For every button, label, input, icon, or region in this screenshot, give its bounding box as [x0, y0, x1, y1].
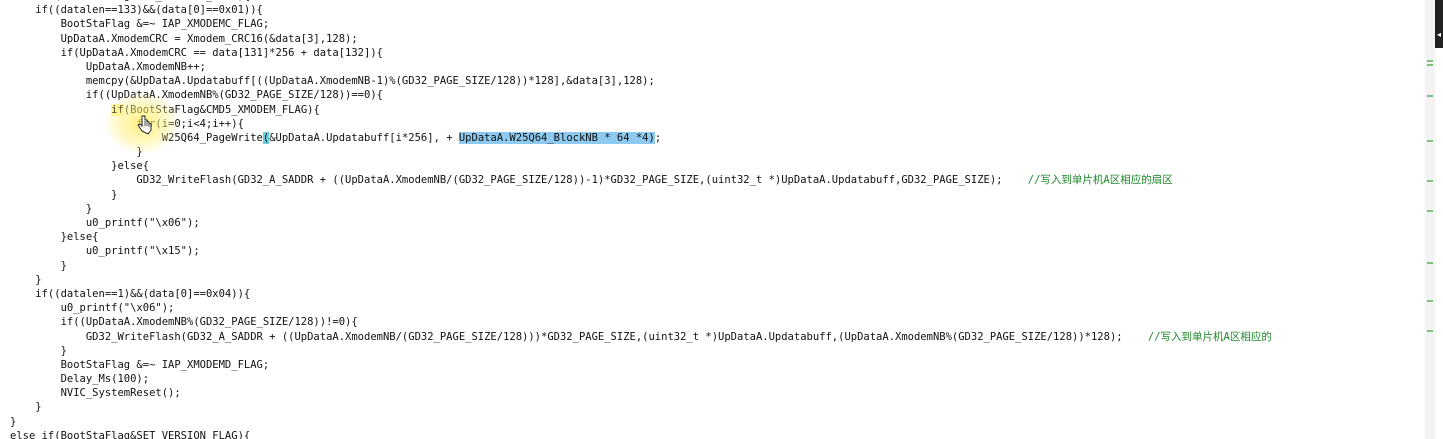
vertical-scrollbar[interactable]	[1425, 0, 1435, 439]
collapse-arrow-icon[interactable]: ◂	[1435, 30, 1443, 40]
code-line[interactable]: if((UpDataA.XmodemNB%(GD32_PAGE_SIZE/128…	[10, 315, 1272, 329]
code-token: NVIC_SystemReset();	[10, 387, 181, 400]
code-token: }else{	[10, 160, 150, 173]
code-token: BootStaFlag &=~ IAP_XMODEMC_FLAG;	[10, 18, 270, 31]
scrollbar-marker	[1427, 140, 1433, 142]
code-line[interactable]: NVIC_SystemReset();	[10, 386, 1272, 400]
code-line[interactable]: BootStaFlag &=~ IAP_XMODEMC_FLAG;	[10, 17, 1272, 31]
code-token: u0_printf("\x15");	[10, 245, 200, 258]
scrollbar-marker	[1427, 95, 1433, 97]
code-token: else if(BootStaFlag&IAP_XMODEMD_FLAG){	[10, 0, 250, 2]
code-line[interactable]: }	[10, 415, 1272, 429]
code-line[interactable]: for(i=0;i<4;i++){	[10, 117, 1272, 131]
scrollbar-marker	[1427, 262, 1433, 264]
code-line[interactable]: u0_printf("\x06");	[10, 301, 1272, 315]
code-line[interactable]: }	[10, 145, 1272, 159]
code-token: }	[10, 202, 93, 215]
code-token: u0_printf("\x06");	[10, 217, 200, 229]
code-token: if(UpDataA.XmodemCRC == data[131]*256 + …	[10, 46, 383, 59]
code-token: GD32_WriteFlash(GD32_A_SADDR + ((UpDataA…	[10, 330, 1148, 343]
code-token: }	[10, 415, 17, 428]
code-line[interactable]: }	[10, 259, 1272, 273]
code-line[interactable]: else if(BootStaFlag&SET_VERSION_FLAG){	[10, 429, 1272, 439]
code-token: BootStaFlag &=~ IAP_XMODEMD_FLAG;	[10, 358, 270, 371]
code-editor[interactable]: else if(BootStaFlag&IAP_XMODEMD_FLAG){ i…	[0, 0, 1443, 439]
code-token: }else{	[10, 231, 99, 244]
code-line[interactable]: memcpy(&UpDataA.Updatabuff[((UpDataA.Xmo…	[10, 74, 1272, 88]
code-line[interactable]: Delay_Ms(100);	[10, 372, 1272, 386]
hand-pointer-icon	[137, 115, 152, 135]
code-token: if((UpDataA.XmodemNB%(GD32_PAGE_SIZE/128…	[10, 89, 383, 102]
code-token: if	[111, 103, 124, 116]
code-line[interactable]: if(UpDataA.XmodemCRC == data[131]*256 + …	[10, 46, 1272, 60]
code-line[interactable]: }	[10, 273, 1272, 287]
code-line[interactable]: if((datalen==133)&&(data[0]==0x01)){	[10, 3, 1272, 17]
code-token: }	[10, 273, 42, 286]
code-line[interactable]: }	[10, 202, 1272, 216]
scrollbar-marker	[1427, 60, 1433, 62]
code-token: if((UpDataA.XmodemNB%(GD32_PAGE_SIZE/128…	[10, 316, 358, 329]
code-line[interactable]: }else{	[10, 159, 1272, 173]
code-line[interactable]: BootStaFlag &=~ IAP_XMODEMD_FLAG;	[10, 358, 1272, 372]
code-token: &UpDataA.Updatabuff[i*256], +	[269, 131, 459, 144]
code-token: for(i=0;i<4;i++){	[10, 117, 244, 130]
code-text-area[interactable]: else if(BootStaFlag&IAP_XMODEMD_FLAG){ i…	[10, 0, 1272, 439]
code-line[interactable]: if(BootStaFlag&CMD5_XMODEM_FLAG){	[10, 103, 1272, 117]
code-line[interactable]: GD32_WriteFlash(GD32_A_SADDR + ((UpDataA…	[10, 330, 1272, 344]
code-token: u0_printf("\x06");	[10, 302, 175, 315]
code-line[interactable]: GD32_WriteFlash(GD32_A_SADDR + ((UpDataA…	[10, 173, 1272, 187]
code-line[interactable]: W25Q64_PageWrite(&UpDataA.Updatabuff[i*2…	[10, 131, 1272, 145]
scrollbar-marker	[1427, 180, 1433, 182]
code-line[interactable]: if((UpDataA.XmodemNB%(GD32_PAGE_SIZE/128…	[10, 88, 1272, 102]
code-line[interactable]: }	[10, 400, 1272, 414]
code-line[interactable]: }	[10, 188, 1272, 202]
code-line[interactable]: UpDataA.XmodemCRC = Xmodem_CRC16(&data[3…	[10, 32, 1272, 46]
code-token: memcpy(&UpDataA.Updatabuff[((UpDataA.Xmo…	[10, 75, 655, 88]
code-token: }	[10, 188, 118, 201]
code-token: }	[10, 259, 67, 272]
code-token: GD32_WriteFlash(GD32_A_SADDR + ((UpDataA…	[10, 174, 1028, 187]
code-token: }	[10, 344, 67, 357]
code-token: else if(BootStaFlag&SET_VERSION_FLAG){	[10, 429, 251, 439]
code-line[interactable]: }else{	[10, 230, 1272, 244]
code-line[interactable]: u0_printf("\x15");	[10, 244, 1272, 258]
code-line[interactable]: if((datalen==1)&&(data[0]==0x04)){	[10, 287, 1272, 301]
scrollbar-markers	[1425, 0, 1435, 439]
code-comment: //写入到单片机A区相应的	[1147, 330, 1272, 343]
code-token: UpDataA.XmodemNB++;	[10, 60, 206, 73]
side-panel-tab[interactable]: ◂	[1435, 0, 1443, 48]
scrollbar-marker	[1427, 210, 1433, 212]
code-line[interactable]: UpDataA.XmodemNB++;	[10, 60, 1272, 74]
selected-text: UpDataA.W25Q64_BlockNB * 64 *4)	[458, 131, 655, 144]
code-token: }	[10, 401, 42, 414]
code-comment: //写入到单片机A区相应的扇区	[1027, 174, 1173, 187]
code-line[interactable]: u0_printf("\x06");	[10, 216, 1272, 230]
code-token: ;	[654, 131, 662, 144]
code-token: Delay_Ms(100);	[10, 373, 150, 386]
scrollbar-marker	[1427, 300, 1433, 302]
code-line[interactable]: }	[10, 344, 1272, 358]
code-token: UpDataA.XmodemCRC = Xmodem_CRC16(&data[3…	[10, 32, 358, 45]
scrollbar-marker	[1427, 330, 1433, 332]
code-token: }	[10, 146, 143, 159]
code-token: if((datalen==1)&&(data[0]==0x04)){	[10, 287, 251, 300]
code-token: if((datalen==133)&&(data[0]==0x01)){	[10, 4, 263, 17]
scrollbar-marker	[1427, 64, 1433, 66]
